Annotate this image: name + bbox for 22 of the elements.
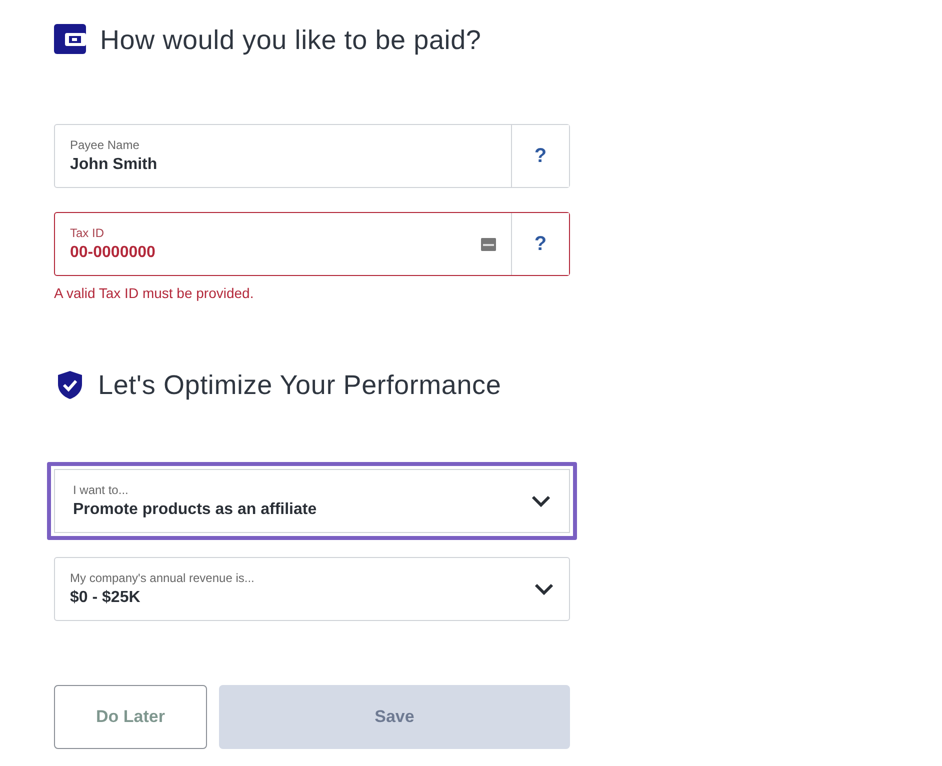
dropdown-select[interactable]: I want to... Promote products as an affiliate bbox=[47, 462, 577, 540]
field-value: Promote products as an affiliate bbox=[73, 501, 318, 519]
card-icon bbox=[481, 238, 496, 250]
help-button[interactable]: ? bbox=[511, 213, 569, 275]
chevron-down-icon bbox=[531, 495, 551, 507]
dropdown-select[interactable]: My company's annual revenue is... $0 - $25K bbox=[54, 557, 570, 621]
field-value: John Smith bbox=[70, 156, 158, 174]
help-button[interactable]: ? bbox=[511, 125, 569, 187]
field-label: My company's annual revenue is... bbox=[70, 571, 256, 585]
error-message: A valid Tax ID must be provided. bbox=[54, 285, 255, 301]
shield-check-icon bbox=[56, 370, 84, 400]
field-label: Tax ID bbox=[70, 226, 106, 240]
wallet-icon bbox=[54, 24, 86, 56]
field-label: I want to... bbox=[73, 483, 130, 497]
chevron-down-icon bbox=[534, 583, 554, 595]
field-value: $0 - $25K bbox=[70, 589, 142, 607]
section-title: Let's Optimize Your Performance bbox=[98, 370, 502, 400]
field-label: Payee Name bbox=[70, 138, 140, 152]
text-field[interactable]: Tax ID 00-0000000 ? bbox=[54, 212, 570, 276]
text-field[interactable]: Payee Name John Smith ? bbox=[54, 124, 570, 188]
field-value: 00-0000000 bbox=[70, 244, 156, 262]
section-title: How would you like to be paid? bbox=[100, 24, 482, 56]
